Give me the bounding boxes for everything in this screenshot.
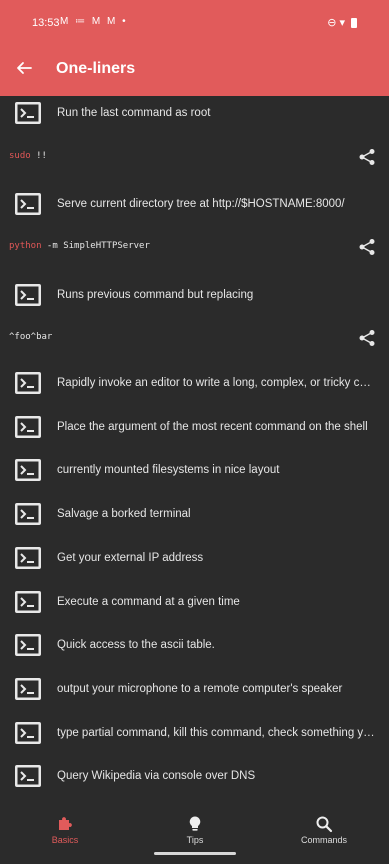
share-icon[interactable] bbox=[358, 148, 376, 166]
code-args: ^foo^bar bbox=[9, 332, 53, 342]
list-item[interactable]: Rapidly invoke an editor to write a long… bbox=[0, 366, 389, 400]
nav-commands-label: Commands bbox=[300, 835, 347, 845]
list-item[interactable]: Serve current directory tree at http://$… bbox=[0, 187, 389, 221]
nav-tips[interactable]: Tips bbox=[155, 815, 235, 845]
nav-commands[interactable]: Commands bbox=[284, 815, 364, 845]
system-icons: ⊖ ▾ bbox=[327, 16, 357, 29]
list-item[interactable]: Place the argument of the most recent co… bbox=[0, 410, 389, 444]
terminal-icon bbox=[15, 193, 41, 215]
terminal-icon bbox=[15, 765, 41, 787]
share-icon[interactable] bbox=[358, 329, 376, 347]
terminal-icon bbox=[15, 459, 41, 481]
item-label: Serve current directory tree at http://$… bbox=[57, 198, 345, 210]
home-indicator[interactable] bbox=[154, 852, 236, 855]
arrow-left-icon bbox=[17, 62, 32, 74]
one-liners-list: Run the last command as root sudo !! Ser… bbox=[0, 96, 389, 799]
back-button[interactable] bbox=[8, 52, 40, 84]
puzzle-icon bbox=[59, 817, 72, 830]
code-snippet: python -m SimpleHTTPServer bbox=[0, 233, 389, 263]
code-text: ^foo^bar bbox=[9, 332, 52, 342]
item-label: Runs previous command but replacing bbox=[57, 289, 254, 301]
list-item[interactable]: currently mounted filesystems in nice la… bbox=[0, 453, 389, 487]
item-label: Execute a command at a given time bbox=[57, 596, 240, 608]
search-icon bbox=[316, 816, 333, 833]
status-time: 13:53 bbox=[32, 17, 60, 29]
code-args: !! bbox=[30, 151, 47, 161]
list-item[interactable]: Get your external IP address bbox=[0, 541, 389, 575]
terminal-icon bbox=[15, 547, 41, 569]
item-label: Salvage a borked terminal bbox=[57, 508, 191, 520]
terminal-icon bbox=[15, 372, 41, 394]
list-item[interactable]: Quick access to the ascii table. bbox=[0, 628, 389, 662]
code-keyword: python bbox=[9, 241, 42, 251]
list-item[interactable]: Salvage a borked terminal bbox=[0, 497, 389, 531]
item-label: Get your external IP address bbox=[57, 552, 204, 564]
terminal-icon bbox=[15, 722, 41, 744]
list-item[interactable]: Query Wikipedia via console over DNS bbox=[0, 759, 389, 793]
terminal-icon bbox=[15, 634, 41, 656]
status-system-icons-text: ⊖ ▾ bbox=[327, 17, 345, 29]
terminal-icon bbox=[15, 678, 41, 700]
code-args: -m SimpleHTTPServer bbox=[41, 241, 150, 251]
list-item[interactable]: output your microphone to a remote compu… bbox=[0, 672, 389, 706]
code-text: python -m SimpleHTTPServer bbox=[9, 241, 150, 251]
list-item[interactable]: type partial command, kill this command,… bbox=[0, 716, 389, 750]
list-item[interactable]: Execute a command at a given time bbox=[0, 585, 389, 619]
app-bar: One-liners bbox=[0, 40, 389, 96]
item-label: Run the last command as root bbox=[57, 107, 211, 119]
notification-icons: M ≔ M M • bbox=[60, 16, 128, 27]
item-label: currently mounted filesystems in nice la… bbox=[57, 464, 280, 476]
item-label: Place the argument of the most recent co… bbox=[57, 421, 368, 433]
terminal-icon bbox=[15, 416, 41, 438]
code-keyword: sudo bbox=[9, 151, 31, 161]
terminal-icon bbox=[15, 284, 41, 306]
item-label: Query Wikipedia via console over DNS bbox=[57, 770, 256, 782]
item-label: type partial command, kill this command,… bbox=[57, 727, 377, 739]
nav-tips-label: Tips bbox=[186, 835, 204, 845]
code-snippet: ^foo^bar bbox=[0, 324, 389, 354]
lightbulb-icon bbox=[189, 816, 201, 831]
list-item[interactable]: Runs previous command but replacing bbox=[0, 278, 389, 312]
nav-basics[interactable]: Basics bbox=[25, 815, 105, 845]
page-title: One-liners bbox=[56, 60, 136, 77]
item-label: Rapidly invoke an editor to write a long… bbox=[57, 377, 377, 389]
list-item[interactable]: Run the last command as root bbox=[0, 96, 389, 130]
terminal-icon bbox=[15, 591, 41, 613]
code-snippet: sudo !! bbox=[0, 143, 389, 173]
code-text: sudo !! bbox=[9, 151, 47, 161]
battery-icon bbox=[351, 17, 357, 28]
nav-basics-label: Basics bbox=[51, 835, 79, 845]
item-label: Quick access to the ascii table. bbox=[57, 639, 215, 651]
item-label: output your microphone to a remote compu… bbox=[57, 683, 343, 695]
terminal-icon bbox=[15, 102, 41, 124]
terminal-icon bbox=[15, 503, 41, 525]
share-icon[interactable] bbox=[358, 238, 376, 256]
status-bar: 13:53 M ≔ M M • ⊖ ▾ bbox=[0, 0, 389, 40]
